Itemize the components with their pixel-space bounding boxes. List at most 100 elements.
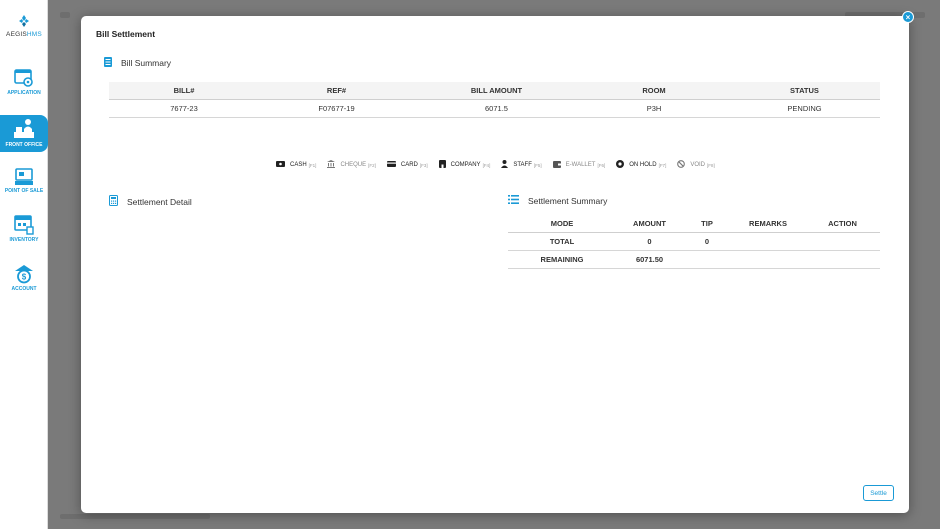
- background-header-bar: [60, 12, 70, 18]
- payment-mode-void[interactable]: VOID [F8]: [677, 160, 715, 170]
- settle-button[interactable]: Settle: [863, 485, 894, 501]
- bill-summary-heading: Bill Summary: [104, 57, 171, 69]
- remarks-cell: [731, 250, 805, 269]
- table-row: REMAINING 6071.50: [508, 250, 880, 269]
- payment-mode-staff[interactable]: STAFF [F5]: [501, 160, 542, 170]
- room-cell: P3H: [579, 99, 729, 118]
- payment-mode-card[interactable]: CARD [F3]: [386, 161, 428, 169]
- payment-mode-label: CARD: [400, 162, 418, 168]
- sidebar: AEGISHMS APPLICATION FRONT OFFICE POINT …: [0, 0, 48, 529]
- bill-settlement-modal: Bill Settlement × Bill Summary BILL# REF…: [81, 11, 914, 513]
- sidebar-item-inventory[interactable]: INVENTORY: [0, 215, 48, 249]
- table-header-row: BILL# REF# BILL AMOUNT ROOM STATUS: [109, 82, 880, 100]
- logo-text: AEGISHMS: [6, 31, 42, 38]
- logo-mark-icon: [19, 15, 29, 27]
- sidebar-item-label: FRONT OFFICE: [5, 142, 43, 148]
- tip-cell: [683, 250, 731, 269]
- shortcut-key: [F1]: [308, 162, 317, 168]
- table-header-row: MODE AMOUNT TIP REMARKS ACTION: [508, 215, 880, 233]
- close-button[interactable]: ×: [902, 11, 914, 23]
- amount-cell: 0: [616, 232, 683, 251]
- sidebar-item-application[interactable]: APPLICATION: [0, 68, 48, 104]
- payment-mode-bar: CASH [F1] CHEQUE [F2] CARD [F3] COMPANY [F4]…: [276, 160, 715, 170]
- column-header: STATUS: [729, 82, 880, 100]
- document-list-icon: [104, 57, 112, 69]
- column-header: MODE: [508, 215, 616, 233]
- payment-mode-label: ON HOLD: [629, 162, 657, 168]
- settlement-summary-heading: Settlement Summary: [508, 195, 607, 206]
- sidebar-item-label: ACCOUNT: [11, 286, 37, 292]
- sidebar-item-front-office[interactable]: FRONT OFFICE: [0, 115, 48, 152]
- app-logo: AEGISHMS: [0, 14, 48, 38]
- settlement-detail-heading: Settlement Detail: [109, 195, 192, 208]
- payment-mode-e-wallet[interactable]: E-WALLET [F6]: [552, 160, 606, 170]
- sidebar-item-point-of-sale[interactable]: POINT OF SALE: [0, 168, 48, 200]
- shortcut-key: [F7]: [658, 162, 667, 168]
- close-icon: ×: [905, 13, 911, 22]
- front-office-icon: [14, 119, 34, 138]
- list-icon: [508, 195, 519, 206]
- column-header: REF#: [259, 82, 414, 100]
- bill-amount-cell: 6071.5: [414, 99, 579, 118]
- staff-icon: [501, 160, 509, 170]
- payment-mode-label: CASH: [290, 162, 307, 168]
- ref-number-cell: F07677-19: [259, 99, 414, 118]
- bill-summary-table: BILL# REF# BILL AMOUNT ROOM STATUS 7677-…: [109, 82, 880, 118]
- settlement-summary-title: Settlement Summary: [528, 195, 608, 206]
- cash-icon: [276, 161, 285, 169]
- status-cell: PENDING: [729, 99, 880, 118]
- table-row: TOTAL 0 0: [508, 232, 880, 251]
- sidebar-item-label: APPLICATION: [7, 90, 41, 96]
- table-row: 7677-23 F07677-19 6071.5 P3H PENDING: [109, 99, 880, 118]
- action-cell: [805, 232, 880, 251]
- mode-cell: REMAINING: [508, 250, 616, 269]
- remarks-cell: [731, 232, 805, 251]
- mode-cell: TOTAL: [508, 232, 616, 251]
- modal-title: Bill Settlement: [96, 29, 156, 39]
- column-header: BILL AMOUNT: [414, 82, 579, 100]
- svg-text:$: $: [22, 273, 27, 282]
- shortcut-key: [F6]: [597, 162, 606, 168]
- action-cell: [805, 250, 880, 269]
- company-icon: [438, 160, 446, 170]
- shortcut-key: [F3]: [419, 162, 428, 168]
- payment-mode-cheque[interactable]: CHEQUE [F2]: [327, 160, 376, 170]
- payment-mode-label: COMPANY: [450, 162, 481, 168]
- payment-mode-cash[interactable]: CASH [F1]: [276, 161, 316, 169]
- column-header: ACTION: [805, 215, 880, 233]
- amount-cell: 6071.50: [616, 250, 683, 269]
- bank-icon: [327, 160, 336, 170]
- payment-mode-label: STAFF: [513, 162, 532, 168]
- column-header: ROOM: [579, 82, 729, 100]
- inventory-icon: [14, 215, 34, 235]
- tip-cell: 0: [683, 232, 731, 251]
- payment-mode-on-hold[interactable]: ON HOLD [F7]: [616, 160, 666, 170]
- wallet-icon: [552, 160, 561, 170]
- shortcut-key: [F2]: [368, 162, 376, 168]
- shortcut-key: [F4]: [482, 162, 491, 168]
- account-dollar-icon: $: [15, 265, 33, 284]
- calculator-icon: [109, 195, 118, 208]
- void-icon: [677, 160, 686, 170]
- column-header: AMOUNT: [616, 215, 683, 233]
- settlement-summary-table: MODE AMOUNT TIP REMARKS ACTION TOTAL 0 0…: [508, 215, 880, 269]
- card-icon: [386, 161, 396, 169]
- sidebar-item-label: POINT OF SALE: [4, 188, 44, 194]
- column-header: TIP: [683, 215, 731, 233]
- background-footer-bar: [60, 514, 210, 519]
- bill-number-cell: 7677-23: [109, 99, 259, 118]
- payment-mode-label: VOID: [690, 162, 705, 168]
- payment-mode-company[interactable]: COMPANY [F4]: [438, 160, 491, 170]
- column-header: BILL#: [109, 82, 259, 100]
- sidebar-item-account[interactable]: $ ACCOUNT: [0, 264, 48, 298]
- shortcut-key: [F5]: [533, 162, 542, 168]
- settlement-detail-title: Settlement Detail: [127, 196, 192, 207]
- application-settings-icon: [14, 69, 33, 87]
- payment-mode-label: CHEQUE: [340, 162, 367, 168]
- point-of-sale-icon: [15, 168, 33, 185]
- column-header: REMARKS: [731, 215, 805, 233]
- shortcut-key: [F8]: [707, 162, 715, 168]
- bill-summary-title: Bill Summary: [121, 58, 172, 68]
- payment-mode-label: E-WALLET: [565, 162, 596, 168]
- sidebar-item-label: INVENTORY: [9, 237, 39, 243]
